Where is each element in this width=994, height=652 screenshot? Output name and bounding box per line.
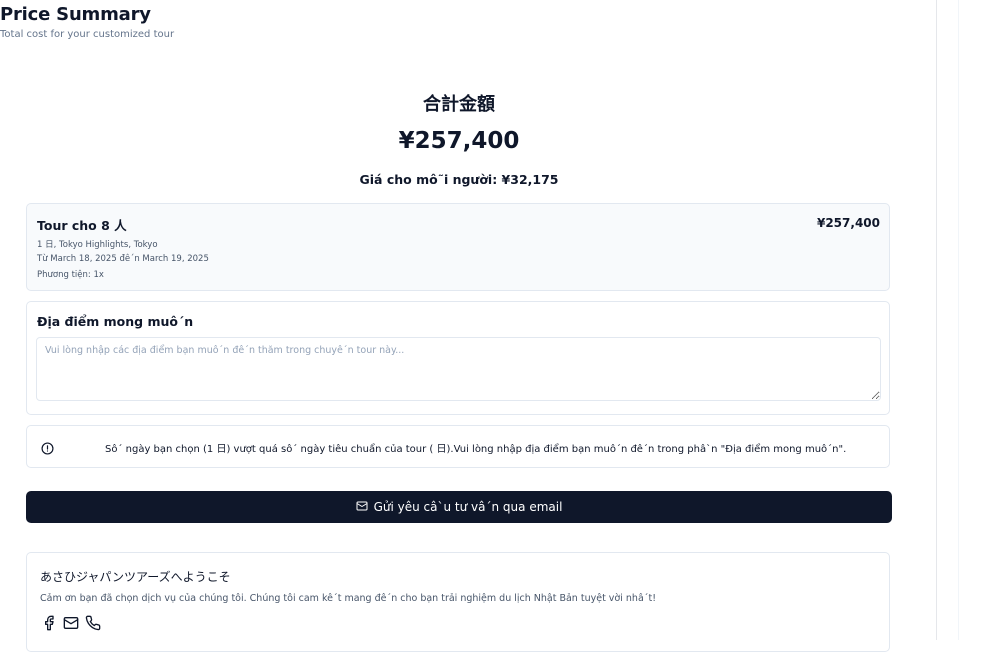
mail-icon xyxy=(356,500,368,515)
welcome-card: あさひジャパンツアーズへようこそ Cảm ơn bạn đã chọn dịch… xyxy=(26,552,890,652)
destination-card: Địa điểm mong muô´n xyxy=(26,301,890,415)
welcome-text: Cảm ơn bạn đã chọn dịch vụ của chúng tôi… xyxy=(40,593,657,604)
tour-duration-location: 1 日, Tokyo Highlights, Tokyo xyxy=(37,240,158,250)
welcome-title: あさひジャパンツアーズへようこそ xyxy=(40,570,231,584)
social-links xyxy=(41,615,101,631)
tour-title: Tour cho 8 人 xyxy=(37,218,127,233)
total-amount: ¥257,400 xyxy=(398,128,520,154)
alert-message: Sô´ ngày bạn chọn (1 日) vượt quá sô´ ngà… xyxy=(105,444,847,455)
tour-summary-card: Tour cho 8 人 ¥257,400 1 日, Tokyo Highlig… xyxy=(26,203,890,291)
page-subtitle: Total cost for your customized tour xyxy=(0,29,175,40)
facebook-icon[interactable] xyxy=(41,615,57,631)
tour-dates: Từ March 18, 2025 đê´n March 19, 2025 xyxy=(37,254,209,264)
alert-circle-icon xyxy=(41,440,54,455)
total-label: 合計金額 xyxy=(423,94,495,115)
destination-textarea[interactable] xyxy=(36,337,881,401)
right-divider xyxy=(936,0,937,640)
send-email-button[interactable]: Gửi yêu câ`u tư vâ´n qua email xyxy=(26,491,892,523)
scrollbar-track[interactable] xyxy=(958,0,959,640)
tour-vehicles: Phương tiện: 1x xyxy=(37,270,104,280)
phone-icon[interactable] xyxy=(85,615,101,631)
send-email-label: Gửi yêu câ`u tư vâ´n qua email xyxy=(373,500,563,514)
destination-title: Địa điểm mong muô´n xyxy=(37,314,194,329)
price-per-person: Giá cho mô˜i người: ¥32,175 xyxy=(359,172,559,187)
mail-icon[interactable] xyxy=(63,615,79,631)
alert-card: Sô´ ngày bạn chọn (1 日) vượt quá sô´ ngà… xyxy=(26,425,890,468)
tour-price: ¥257,400 xyxy=(816,216,880,230)
page-title: Price Summary xyxy=(0,4,151,25)
page-header: Price Summary Total cost for your custom… xyxy=(0,4,174,40)
